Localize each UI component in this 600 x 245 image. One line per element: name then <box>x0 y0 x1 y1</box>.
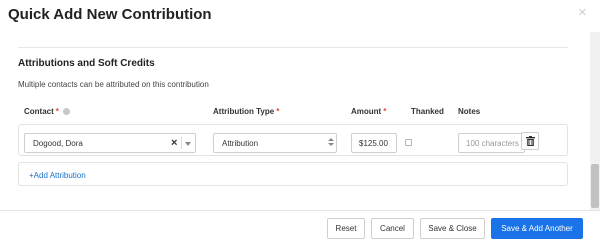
modal-title: Quick Add New Contribution <box>8 6 212 23</box>
attribution-type-value: Attribution <box>222 139 259 148</box>
clear-x-icon[interactable]: × <box>171 137 177 149</box>
help-icon[interactable] <box>62 108 70 115</box>
trash-icon <box>526 136 535 146</box>
column-label: Amount <box>351 107 382 116</box>
add-attribution-link[interactable]: +Add Attribution <box>29 171 86 180</box>
notes-input[interactable]: 100 characters <box>458 133 525 153</box>
select-separator <box>181 137 182 149</box>
notes-placeholder: 100 characters <box>466 139 519 148</box>
delete-attribution-button[interactable] <box>521 132 539 150</box>
modal-header: Quick Add New Contribution × <box>0 0 600 32</box>
scrollbar[interactable] <box>590 32 600 210</box>
reset-button[interactable]: Reset <box>327 218 365 239</box>
section-title: Attributions and Soft Credits <box>18 58 155 69</box>
quick-add-contribution-modal: Quick Add New Contribution × Attribution… <box>0 0 600 245</box>
chevron-down-icon[interactable] <box>185 142 191 146</box>
section-description: Multiple contacts can be attributed on t… <box>18 80 209 89</box>
contact-value: Dogood, Dora <box>33 139 83 148</box>
required-marker: * <box>276 107 280 116</box>
column-header-attribution-type: Attribution Type * <box>213 107 279 116</box>
column-header-contact: Contact * <box>24 107 70 116</box>
column-header-notes: Notes <box>458 107 481 116</box>
thanked-checkbox[interactable] <box>405 139 412 146</box>
close-icon[interactable]: × <box>578 5 587 20</box>
modal-body: Attributions and Soft Credits Multiple c… <box>0 32 590 210</box>
save-add-another-button[interactable]: Save & Add Another <box>491 218 583 239</box>
cancel-button[interactable]: Cancel <box>371 218 414 239</box>
amount-value: $125.00 <box>359 139 388 148</box>
divider <box>18 47 568 48</box>
column-header-amount: Amount * <box>351 107 386 116</box>
column-header-thanked: Thanked <box>411 107 444 116</box>
column-label: Contact <box>24 107 54 116</box>
scrollbar-thumb[interactable] <box>591 164 599 208</box>
add-attribution-row: +Add Attribution <box>18 162 568 186</box>
required-marker: * <box>55 107 59 116</box>
column-label: Attribution Type <box>213 107 275 116</box>
contact-select[interactable]: Dogood, Dora × <box>24 133 196 153</box>
attribution-type-select[interactable]: Attribution <box>213 133 337 153</box>
save-close-button[interactable]: Save & Close <box>420 218 485 239</box>
select-arrows-icon <box>328 138 334 146</box>
required-marker: * <box>383 107 387 116</box>
amount-input[interactable]: $125.00 <box>351 133 397 153</box>
modal-footer: Reset Cancel Save & Close Save & Add Ano… <box>0 210 600 245</box>
